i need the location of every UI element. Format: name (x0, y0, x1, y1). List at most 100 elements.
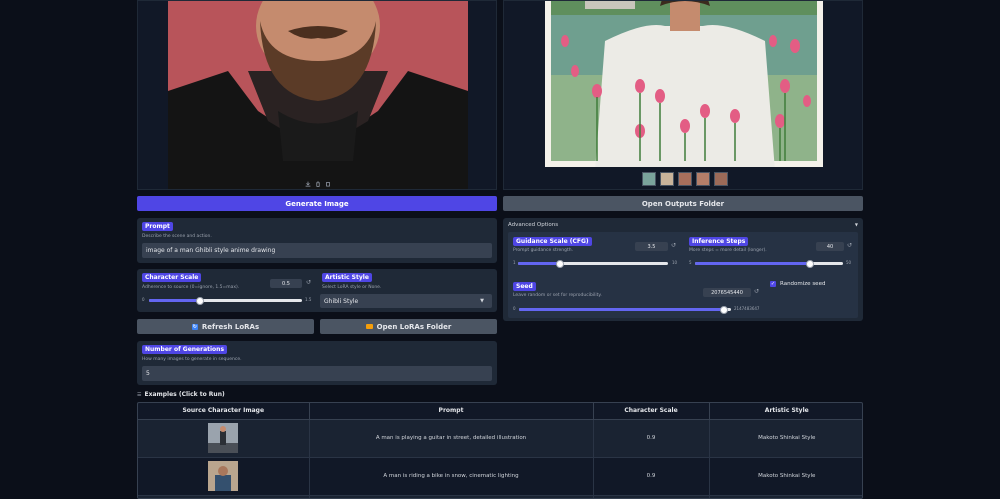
generate-image-button[interactable]: Generate Image (137, 196, 497, 211)
generated-image[interactable] (545, 1, 823, 167)
seed-number[interactable]: 2076545440 (703, 288, 751, 297)
example-prompt: A man is playing a guitar in street, det… (309, 419, 594, 458)
character-scale-max: 1.5 (305, 297, 312, 302)
gallery-thumbnail[interactable] (642, 172, 656, 186)
seed-label: Seed (513, 282, 536, 291)
table-header-row: Source Character Image Prompt Character … (138, 403, 862, 420)
randomize-seed-label: Randomize seed (780, 281, 826, 287)
slider-fill (695, 262, 811, 265)
guidance-min: 1 (513, 260, 516, 265)
examples-title: Examples (Click to Run) (144, 391, 225, 398)
reset-icon[interactable]: ↺ (671, 242, 676, 250)
character-style-panel: Character Scale Adherence to source (0=i… (137, 269, 497, 312)
copy-icon[interactable] (325, 181, 331, 187)
steps-min: 5 (689, 260, 692, 265)
prompt-label: Prompt (142, 222, 173, 231)
example-scale: 0.9 (593, 457, 710, 496)
table-row[interactable]: A man is riding a bike in snow, cinemati… (138, 457, 862, 496)
refresh-loras-button[interactable]: ↻ Refresh LoRAs (137, 319, 314, 334)
collapse-icon: ▼ (854, 222, 858, 227)
download-icon[interactable] (305, 181, 311, 187)
column-header: Prompt (309, 403, 594, 420)
guidance-hint: Prompt guidance strength. (513, 248, 574, 253)
column-header: Character Scale (593, 403, 710, 420)
advanced-options-panel: Advanced Options ▼ Guidance Scale (CFG) … (503, 218, 863, 321)
advanced-inner: Guidance Scale (CFG) Prompt guidance str… (508, 232, 858, 318)
example-prompt: A man is riding a bike in snow, cinemati… (309, 457, 594, 496)
example-thumbnail[interactable] (208, 461, 239, 491)
steps-label: Inference Steps (689, 237, 749, 246)
source-image-cell (138, 495, 310, 498)
character-scale-label: Character Scale (142, 273, 202, 282)
guidance-max: 10 (672, 260, 678, 265)
gallery-thumbnail[interactable] (696, 172, 710, 186)
guidance-number[interactable]: 3.5 (635, 242, 668, 251)
character-scale-min: 0 (142, 297, 145, 302)
gallery-thumbnail[interactable] (714, 172, 728, 186)
reset-icon[interactable]: ↺ (754, 288, 759, 296)
prompt-input[interactable]: image of a man Ghibli style anime drawin… (142, 243, 492, 258)
example-style: Makoto Shinkai Style (709, 457, 862, 496)
checkbox-checked-icon: ✓ (770, 281, 776, 287)
column-header: Artistic Style (709, 403, 862, 420)
artistic-style-hint: Select LoRA style or None. (322, 285, 382, 290)
slider-thumb[interactable] (555, 259, 564, 268)
trash-icon[interactable] (315, 181, 321, 187)
open-outputs-folder-button[interactable]: Open Outputs Folder (503, 196, 863, 211)
randomize-seed-checkbox[interactable]: ✓ Randomize seed (770, 281, 825, 287)
table-row[interactable] (138, 495, 862, 498)
refresh-loras-label: Refresh LoRAs (201, 322, 260, 331)
slider-thumb[interactable] (806, 259, 815, 268)
slider-thumb[interactable] (719, 305, 728, 314)
slider-fill (149, 299, 200, 302)
example-thumbnail[interactable] (208, 423, 239, 453)
table-row[interactable]: A man is playing a guitar in street, det… (138, 419, 862, 458)
slider-thumb[interactable] (195, 296, 204, 305)
image-toolbar (303, 179, 333, 189)
artistic-style-value: Ghibli Style (324, 297, 359, 305)
column-header: Source Character Image (138, 403, 310, 420)
folder-icon (365, 324, 373, 329)
source-image-panel[interactable] (137, 0, 497, 190)
source-image-cell (138, 457, 310, 496)
open-loras-folder-button[interactable]: Open LoRAs Folder (320, 319, 497, 334)
output-gallery-panel[interactable] (503, 0, 863, 190)
prompt-panel: Prompt Describe the scene and action. im… (137, 218, 497, 263)
slider-fill (519, 308, 724, 311)
reset-icon[interactable]: ↺ (847, 242, 852, 250)
advanced-options-header[interactable]: Advanced Options ▼ (503, 218, 863, 232)
reset-icon[interactable]: ↺ (306, 279, 311, 287)
character-scale-slider[interactable] (149, 296, 302, 305)
guidance-slider[interactable] (518, 259, 668, 268)
steps-number[interactable]: 40 (816, 242, 844, 251)
artistic-style-label: Artistic Style (322, 273, 372, 282)
generations-panel: Number of Generations How many images to… (137, 341, 497, 385)
source-image-cell (138, 419, 310, 458)
open-loras-folder-label: Open LoRAs Folder (376, 322, 452, 331)
seed-hint: Leave random or set for reproducibility. (513, 293, 602, 298)
seed-slider[interactable] (519, 305, 731, 314)
character-scale-number[interactable]: 0.5 (270, 279, 302, 288)
character-scale-hint: Adherence to source (0=ignore, 1.5=max). (142, 285, 240, 290)
steps-slider[interactable] (695, 259, 843, 268)
seed-min: 0 (513, 306, 516, 311)
source-character-image (168, 1, 468, 189)
list-icon: ☰ (137, 391, 142, 398)
examples-table: Source Character Image Prompt Character … (137, 402, 863, 499)
generations-input[interactable]: 5 (142, 366, 492, 381)
steps-max: 50 (846, 260, 852, 265)
gallery-thumbnail[interactable] (660, 172, 674, 186)
guidance-label: Guidance Scale (CFG) (513, 237, 592, 246)
examples-heading: ☰ Examples (Click to Run) (137, 391, 225, 398)
example-style: Makoto Shinkai Style (709, 419, 862, 458)
chevron-down-icon: ▼ (480, 298, 484, 304)
generations-hint: How many images to generate in sequence. (142, 357, 242, 362)
advanced-options-title: Advanced Options (508, 222, 559, 228)
seed-max: 2147483647 (734, 306, 760, 311)
prompt-hint: Describe the scene and action. (142, 234, 212, 239)
steps-hint: More steps = more detail (longer). (689, 248, 767, 253)
artistic-style-dropdown[interactable]: Ghibli Style ▼ (320, 294, 492, 308)
gallery-thumbnail[interactable] (678, 172, 692, 186)
gallery-thumbnails (642, 172, 728, 186)
refresh-icon: ↻ (191, 323, 198, 330)
